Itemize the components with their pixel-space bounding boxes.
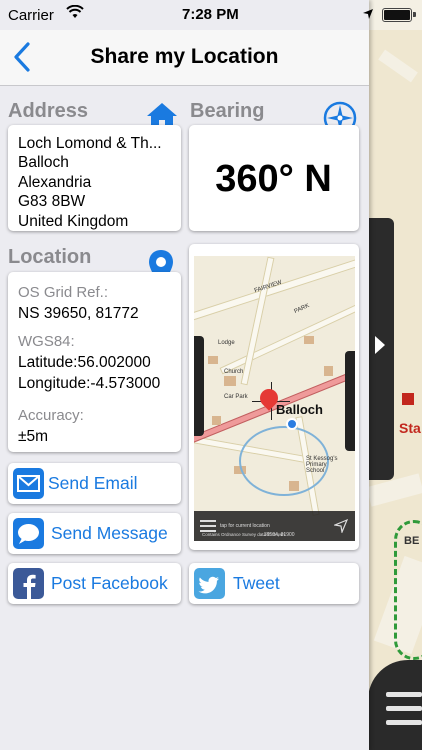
clock: 7:28 PM (182, 6, 239, 23)
background-map[interactable]: Sta BE (368, 0, 422, 750)
twitter-bird-icon (194, 568, 225, 599)
map-preview[interactable]: Lodge Church Car Park St Kessog's Primar… (194, 256, 355, 541)
facebook-icon (13, 568, 44, 599)
accuracy-label: Accuracy: (18, 407, 84, 424)
address-line: Alexandria (18, 173, 92, 191)
latitude-row: Latitude:56.002000 (18, 354, 151, 372)
address-line: Balloch (18, 154, 69, 172)
battery-icon (382, 8, 416, 22)
map-place-name: Balloch (276, 402, 323, 417)
bearing-value: 360° N (215, 158, 332, 200)
wgs84-label: WGS84: (18, 333, 75, 350)
latitude-value: 56.002000 (77, 354, 151, 371)
os-grid-value: NS 39650, 81772 (18, 305, 139, 322)
chevron-right-icon (375, 336, 385, 354)
wifi-icon (66, 5, 84, 18)
address-line: G83 8BW (18, 193, 86, 211)
longitude-label: Longitude: (18, 375, 91, 392)
map-label-car-park: Car Park (224, 394, 248, 400)
map-label-road: BE (404, 535, 420, 547)
longitude-value: -4.573000 (90, 375, 161, 392)
map-label-station: Sta (399, 420, 421, 436)
send-email-button[interactable]: Send Email (8, 463, 181, 504)
send-message-button[interactable]: Send Message (8, 513, 181, 554)
map-label-lodge: Lodge (218, 340, 235, 346)
accuracy-value: ±5m (18, 428, 49, 445)
send-message-label: Send Message (51, 523, 168, 543)
map-right-handle[interactable] (345, 351, 355, 451)
tap-note: tap for current location (220, 523, 270, 529)
tweet-button[interactable]: Tweet (189, 563, 359, 604)
locate-arrow-icon[interactable] (334, 519, 348, 533)
address-line: Loch Lomond & Th... (18, 135, 162, 152)
current-location-dot (286, 418, 298, 430)
status-bar: Carrier 7:28 PM (0, 0, 422, 30)
os-grid-label: OS Grid Ref.: (18, 284, 109, 301)
bearing-heading: Bearing (190, 100, 265, 122)
address-line: United Kingdom (18, 212, 129, 230)
post-facebook-label: Post Facebook (51, 573, 168, 593)
envelope-icon (13, 468, 44, 499)
post-facebook-button[interactable]: Post Facebook (8, 563, 181, 604)
send-email-label: Send Email (48, 473, 138, 493)
menu-icon[interactable] (200, 519, 216, 533)
navigation-bar: Share my Location (0, 30, 369, 86)
page-title: Share my Location (90, 45, 279, 68)
map-grid-ref: 39594, 81900 (264, 532, 295, 538)
map-label-church: Church (224, 369, 244, 375)
address-heading: Address (8, 100, 89, 122)
map-side-handle[interactable] (368, 218, 394, 480)
map-label-road-2: PARK (293, 302, 311, 316)
map-menu-button[interactable] (368, 660, 422, 750)
carrier-label: Carrier (8, 7, 54, 24)
longitude-row: Longitude:-4.573000 (18, 375, 160, 393)
message-bubble-icon (13, 518, 44, 549)
tweet-label: Tweet (233, 573, 280, 593)
map-left-handle[interactable] (194, 336, 204, 436)
address-lines: Loch Lomond & Th... Balloch Alexandria G… (18, 134, 162, 231)
latitude-label: Latitude: (18, 354, 78, 371)
location-arrow-icon (363, 9, 373, 19)
location-heading: Location (8, 246, 92, 268)
map-label-school: St Kessog's Primary School (306, 456, 338, 474)
